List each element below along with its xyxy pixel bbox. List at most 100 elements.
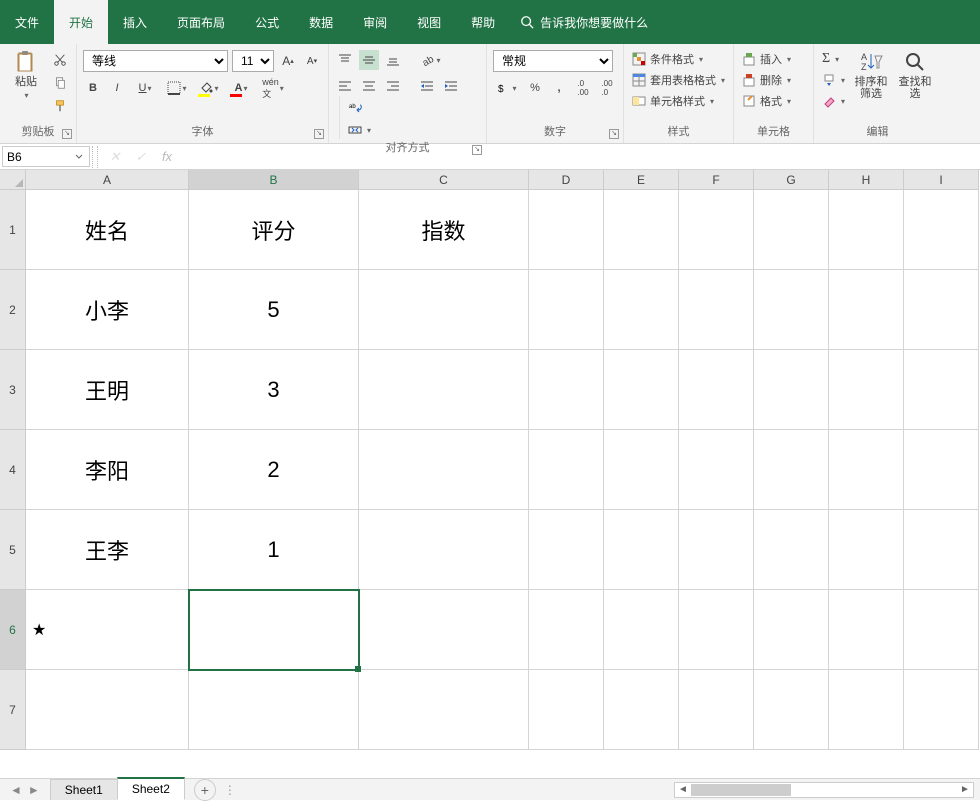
- decrease-decimal-button[interactable]: .00.0: [597, 78, 617, 98]
- cell-G7[interactable]: [754, 670, 829, 750]
- col-header-H[interactable]: H: [829, 170, 904, 190]
- cell-F1[interactable]: [679, 190, 754, 270]
- cell-D4[interactable]: [529, 430, 604, 510]
- sheet-nav-next[interactable]: ►: [28, 783, 40, 797]
- underline-button[interactable]: U▾: [131, 78, 159, 98]
- cell-I4[interactable]: [904, 430, 979, 510]
- cell-B1[interactable]: 评分: [189, 190, 359, 270]
- menu-tab-帮助[interactable]: 帮助: [456, 0, 510, 44]
- cell-styles-button[interactable]: 单元格样式▾: [630, 92, 727, 110]
- cell-H1[interactable]: [829, 190, 904, 270]
- cell-D5[interactable]: [529, 510, 604, 590]
- cell-F5[interactable]: [679, 510, 754, 590]
- cell-C2[interactable]: [359, 270, 529, 350]
- col-header-A[interactable]: A: [26, 170, 189, 190]
- cell-I1[interactable]: [904, 190, 979, 270]
- cell-E4[interactable]: [604, 430, 679, 510]
- autosum-button[interactable]: Σ▾: [820, 50, 847, 68]
- row-header-1[interactable]: 1: [0, 190, 26, 270]
- cell-G6[interactable]: [754, 590, 829, 670]
- font-color-button[interactable]: A▾: [227, 78, 255, 98]
- scroll-left-arrow[interactable]: ◄: [675, 784, 691, 795]
- enter-formula-button[interactable]: ✓: [128, 146, 154, 167]
- sheet-tab-Sheet2[interactable]: Sheet2: [117, 777, 185, 800]
- cell-F3[interactable]: [679, 350, 754, 430]
- scroll-thumb[interactable]: [691, 784, 791, 796]
- clear-button[interactable]: ▾: [820, 92, 847, 110]
- formula-input[interactable]: [184, 148, 980, 166]
- cell-D3[interactable]: [529, 350, 604, 430]
- cell-H6[interactable]: [829, 590, 904, 670]
- wrap-text-button[interactable]: ab: [346, 100, 480, 118]
- cell-I2[interactable]: [904, 270, 979, 350]
- col-header-B[interactable]: B: [189, 170, 359, 190]
- cell-C5[interactable]: [359, 510, 529, 590]
- align-left-button[interactable]: [335, 76, 355, 96]
- cell-B3[interactable]: 3: [189, 350, 359, 430]
- cell-B6[interactable]: [189, 590, 359, 670]
- cell-D2[interactable]: [529, 270, 604, 350]
- cell-G4[interactable]: [754, 430, 829, 510]
- cell-G5[interactable]: [754, 510, 829, 590]
- menu-tab-文件[interactable]: 文件: [0, 0, 54, 44]
- cell-G1[interactable]: [754, 190, 829, 270]
- conditional-format-button[interactable]: 条件格式▾: [630, 50, 727, 68]
- cell-C6[interactable]: [359, 590, 529, 670]
- fill-button[interactable]: ▾: [820, 71, 847, 89]
- cell-E3[interactable]: [604, 350, 679, 430]
- cell-H4[interactable]: [829, 430, 904, 510]
- col-header-I[interactable]: I: [904, 170, 979, 190]
- cell-E7[interactable]: [604, 670, 679, 750]
- phonetic-button[interactable]: wén文▾: [259, 78, 287, 98]
- paste-button[interactable]: 粘贴 ▾: [6, 50, 46, 102]
- row-header-6[interactable]: 6: [0, 590, 26, 670]
- cell-F6[interactable]: [679, 590, 754, 670]
- row-header-5[interactable]: 5: [0, 510, 26, 590]
- format-as-table-button[interactable]: 套用表格格式▾: [630, 71, 727, 89]
- cell-G3[interactable]: [754, 350, 829, 430]
- delete-cells-button[interactable]: 删除▾: [740, 71, 793, 89]
- cell-D7[interactable]: [529, 670, 604, 750]
- cell-F2[interactable]: [679, 270, 754, 350]
- insert-cells-button[interactable]: 插入▾: [740, 50, 793, 68]
- fill-color-button[interactable]: ▾: [195, 78, 223, 98]
- align-bottom-button[interactable]: [383, 50, 403, 70]
- cell-A2[interactable]: 小李: [26, 270, 189, 350]
- format-painter-button[interactable]: [50, 96, 70, 116]
- orientation-button[interactable]: ab▾: [417, 50, 445, 70]
- menu-tab-开始[interactable]: 开始: [54, 0, 108, 44]
- cut-button[interactable]: [50, 50, 70, 70]
- cell-I3[interactable]: [904, 350, 979, 430]
- italic-button[interactable]: I: [107, 78, 127, 98]
- merge-center-button[interactable]: ▾: [346, 121, 480, 139]
- align-center-button[interactable]: [359, 76, 379, 96]
- decrease-indent-button[interactable]: [417, 76, 437, 96]
- cell-B5[interactable]: 1: [189, 510, 359, 590]
- cell-G2[interactable]: [754, 270, 829, 350]
- cell-C3[interactable]: [359, 350, 529, 430]
- row-header-2[interactable]: 2: [0, 270, 26, 350]
- align-middle-button[interactable]: [359, 50, 379, 70]
- cell-B4[interactable]: 2: [189, 430, 359, 510]
- name-box-dropdown[interactable]: [71, 153, 87, 161]
- bold-button[interactable]: B: [83, 78, 103, 98]
- col-header-C[interactable]: C: [359, 170, 529, 190]
- add-sheet-button[interactable]: +: [194, 779, 216, 801]
- row-header-7[interactable]: 7: [0, 670, 26, 750]
- cell-F7[interactable]: [679, 670, 754, 750]
- align-top-button[interactable]: [335, 50, 355, 70]
- cell-C7[interactable]: [359, 670, 529, 750]
- font-size-select[interactable]: 11: [232, 50, 274, 72]
- menu-tab-数据[interactable]: 数据: [294, 0, 348, 44]
- cell-F4[interactable]: [679, 430, 754, 510]
- cell-A7[interactable]: [26, 670, 189, 750]
- align-right-button[interactable]: [383, 76, 403, 96]
- increase-indent-button[interactable]: [441, 76, 461, 96]
- col-header-E[interactable]: E: [604, 170, 679, 190]
- menu-tab-视图[interactable]: 视图: [402, 0, 456, 44]
- cell-C1[interactable]: 指数: [359, 190, 529, 270]
- cell-A1[interactable]: 姓名: [26, 190, 189, 270]
- accounting-format-button[interactable]: $▾: [493, 78, 521, 98]
- cell-H3[interactable]: [829, 350, 904, 430]
- increase-font-button[interactable]: A▴: [278, 51, 298, 71]
